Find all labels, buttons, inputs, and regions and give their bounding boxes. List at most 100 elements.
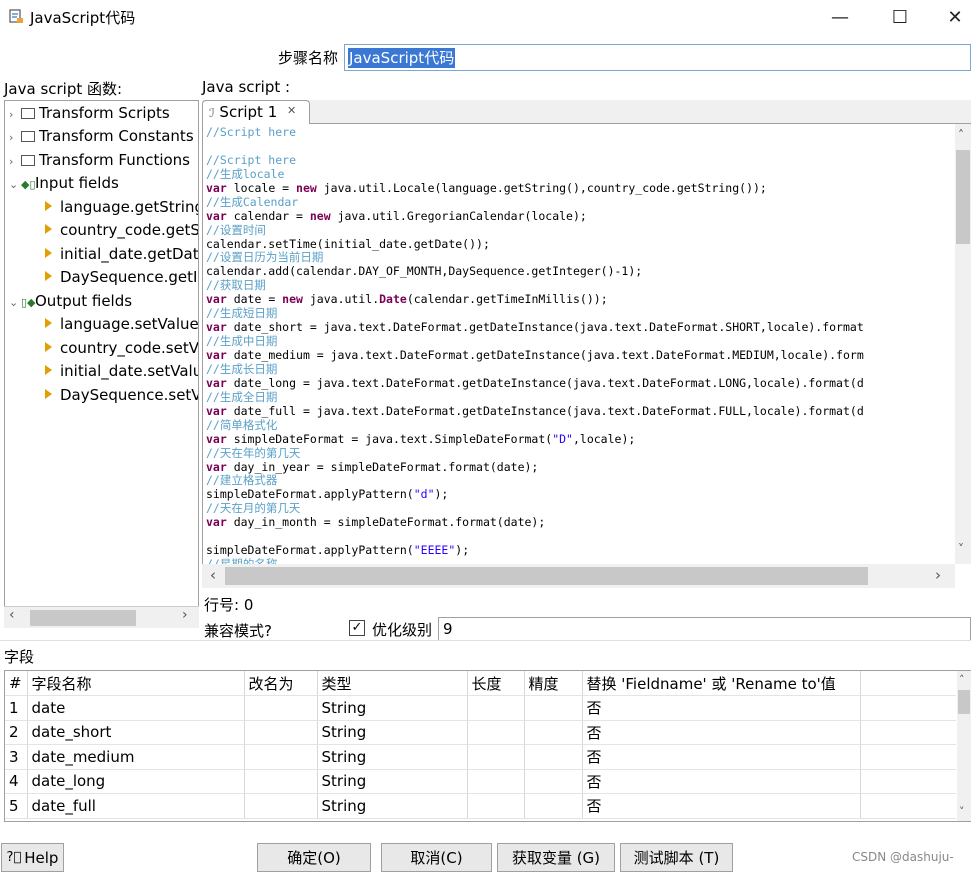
table-cell[interactable]	[244, 769, 318, 794]
code-line[interactable]: //设置时间	[206, 223, 864, 238]
table-cell[interactable]: date	[27, 695, 245, 721]
tree-horizontal-scrollbar[interactable]: ‹ ›	[4, 606, 199, 628]
code-area[interactable]: //Script here//Script here//生成locale var …	[206, 125, 864, 564]
table-cell[interactable]: String	[317, 793, 468, 819]
code-line[interactable]: var simpleDateFormat = java.text.SimpleD…	[206, 432, 864, 447]
optimize-checkbox[interactable]: ✓	[349, 620, 365, 636]
table-cell[interactable]	[524, 695, 583, 721]
code-line[interactable]: var date_full = java.text.DateFormat.get…	[206, 404, 864, 419]
table-cell[interactable]: 1	[5, 695, 28, 721]
scroll-up-icon[interactable]: ˄	[958, 128, 964, 142]
table-cell[interactable]	[244, 744, 318, 770]
table-cell[interactable]: 2	[5, 720, 28, 745]
column-header[interactable]: 替换 'Fieldname' 或 'Rename to'值	[582, 671, 861, 696]
code-line[interactable]: calendar.add(calendar.DAY_OF_MONTH,DaySe…	[206, 264, 864, 279]
tree-item-field[interactable]: DaySequence.setV	[45, 384, 198, 406]
table-cell[interactable]: 4	[5, 769, 28, 794]
tree-item-field[interactable]: DaySequence.getIn	[45, 266, 198, 288]
code-line[interactable]	[206, 140, 864, 154]
tree-item-output-fields[interactable]: ⌄ ▯◆Output fields	[9, 290, 132, 312]
table-cell[interactable]: 3	[5, 744, 28, 770]
code-line[interactable]: var day_in_year = simpleDateFormat.forma…	[206, 460, 864, 475]
code-line[interactable]: var date_long = java.text.DateFormat.get…	[206, 376, 864, 391]
table-cell[interactable]	[467, 744, 525, 770]
table-cell[interactable]	[467, 720, 525, 745]
test-script-button[interactable]: 测试脚本 (T)	[620, 843, 733, 872]
cancel-button[interactable]: 取消(C)	[381, 843, 492, 872]
tree-item-transform-constants[interactable]: › Transform Constants	[9, 125, 194, 147]
column-header[interactable]: 字段名称	[27, 671, 245, 696]
step-name-input[interactable]: JavaScript代码	[344, 44, 971, 71]
ok-button[interactable]: 确定(O)	[257, 843, 371, 872]
table-row[interactable]: 5 date_full String 否	[5, 793, 956, 819]
table-row[interactable]: 1 date String 否	[5, 695, 956, 721]
code-line[interactable]: //生成长日期	[206, 362, 864, 377]
table-cell[interactable]: date_full	[27, 793, 245, 819]
table-cell[interactable]: 5	[5, 793, 28, 819]
table-cell[interactable]	[244, 720, 318, 745]
code-line[interactable]: //Script here	[206, 153, 864, 168]
table-cell[interactable]	[524, 769, 583, 794]
tree-item-input-fields[interactable]: ⌄ ◆▯Input fields	[9, 172, 119, 194]
code-line[interactable]: //生成locale	[206, 167, 864, 182]
table-cell[interactable]: String	[317, 744, 468, 770]
column-header[interactable]: 长度	[467, 671, 525, 696]
optimize-level-input[interactable]: 9	[438, 617, 971, 641]
table-cell[interactable]	[244, 695, 318, 721]
code-line[interactable]: //天在月的第几天	[206, 501, 864, 516]
editor-vscroll-thumb[interactable]	[956, 150, 970, 244]
tree-item-field[interactable]: country_code.getS	[45, 219, 198, 241]
tree-item-transform-scripts[interactable]: › Transform Scripts	[9, 102, 170, 124]
close-button[interactable]: ✕	[935, 4, 971, 30]
code-line[interactable]: //Script here	[206, 125, 864, 140]
column-header[interactable]: #	[5, 671, 28, 696]
scroll-down-icon[interactable]: ˅	[958, 542, 964, 556]
maximize-button[interactable]: ☐	[880, 4, 920, 30]
scroll-right-icon[interactable]: ›	[182, 607, 188, 623]
minimize-button[interactable]: —	[820, 4, 860, 30]
script-editor[interactable]: //Script here//Script here//生成locale var …	[202, 124, 971, 564]
table-cell[interactable]: date_short	[27, 720, 245, 745]
scroll-left-icon[interactable]: ‹	[9, 607, 15, 623]
code-line[interactable]: var date = new java.util.Date(calendar.g…	[206, 292, 864, 307]
code-line[interactable]: var date_medium = java.text.DateFormat.g…	[206, 348, 864, 363]
table-cell[interactable]: 否	[582, 744, 861, 770]
table-cell[interactable]: 否	[582, 769, 861, 794]
table-cell[interactable]	[467, 695, 525, 721]
table-cell[interactable]: 否	[582, 793, 861, 819]
code-line[interactable]: //简单格式化	[206, 418, 864, 433]
scroll-right-icon[interactable]: ›	[935, 566, 941, 584]
table-cell[interactable]: date_medium	[27, 744, 245, 770]
table-cell[interactable]: String	[317, 695, 468, 721]
column-header[interactable]: 类型	[317, 671, 468, 696]
code-line[interactable]: //天在年的第几天	[206, 446, 864, 461]
editor-hscroll-thumb[interactable]	[225, 567, 868, 585]
get-variables-button[interactable]: 获取变量 (G)	[497, 843, 615, 872]
column-header[interactable]: 精度	[524, 671, 583, 696]
code-line[interactable]: //生成中日期	[206, 334, 864, 349]
table-cell[interactable]	[524, 793, 583, 819]
tree-item-field[interactable]: initial_date.setValu	[45, 360, 198, 382]
code-line[interactable]: //获取日期	[206, 278, 864, 293]
chevron-right-icon[interactable]: ›	[9, 104, 21, 126]
table-cell[interactable]	[467, 793, 525, 819]
code-line[interactable]	[206, 530, 864, 544]
table-cell[interactable]	[524, 720, 583, 745]
fields-vscroll-thumb[interactable]	[958, 690, 970, 714]
table-cell[interactable]: String	[317, 720, 468, 745]
code-line[interactable]: var calendar = new java.util.GregorianCa…	[206, 209, 864, 224]
table-row[interactable]: 3 date_medium String 否	[5, 744, 956, 770]
table-row[interactable]: 2 date_short String 否	[5, 720, 956, 745]
code-line[interactable]: var date_short = java.text.DateFormat.ge…	[206, 320, 864, 335]
code-line[interactable]: var day_in_month = simpleDateFormat.form…	[206, 515, 864, 530]
chevron-down-icon[interactable]: ⌄	[9, 292, 21, 314]
chevron-down-icon[interactable]: ⌄	[9, 174, 21, 196]
table-cell[interactable]	[244, 793, 318, 819]
table-cell[interactable]	[467, 769, 525, 794]
help-button[interactable]: ?⃝ Help	[1, 843, 64, 872]
table-cell[interactable]: 否	[582, 695, 861, 721]
tree-item-field[interactable]: language.setValue	[45, 313, 198, 335]
code-line[interactable]: //生成全日期	[206, 390, 864, 405]
tree-scroll-thumb[interactable]	[30, 610, 136, 626]
tree-item-field[interactable]: country_code.setV	[45, 337, 198, 359]
